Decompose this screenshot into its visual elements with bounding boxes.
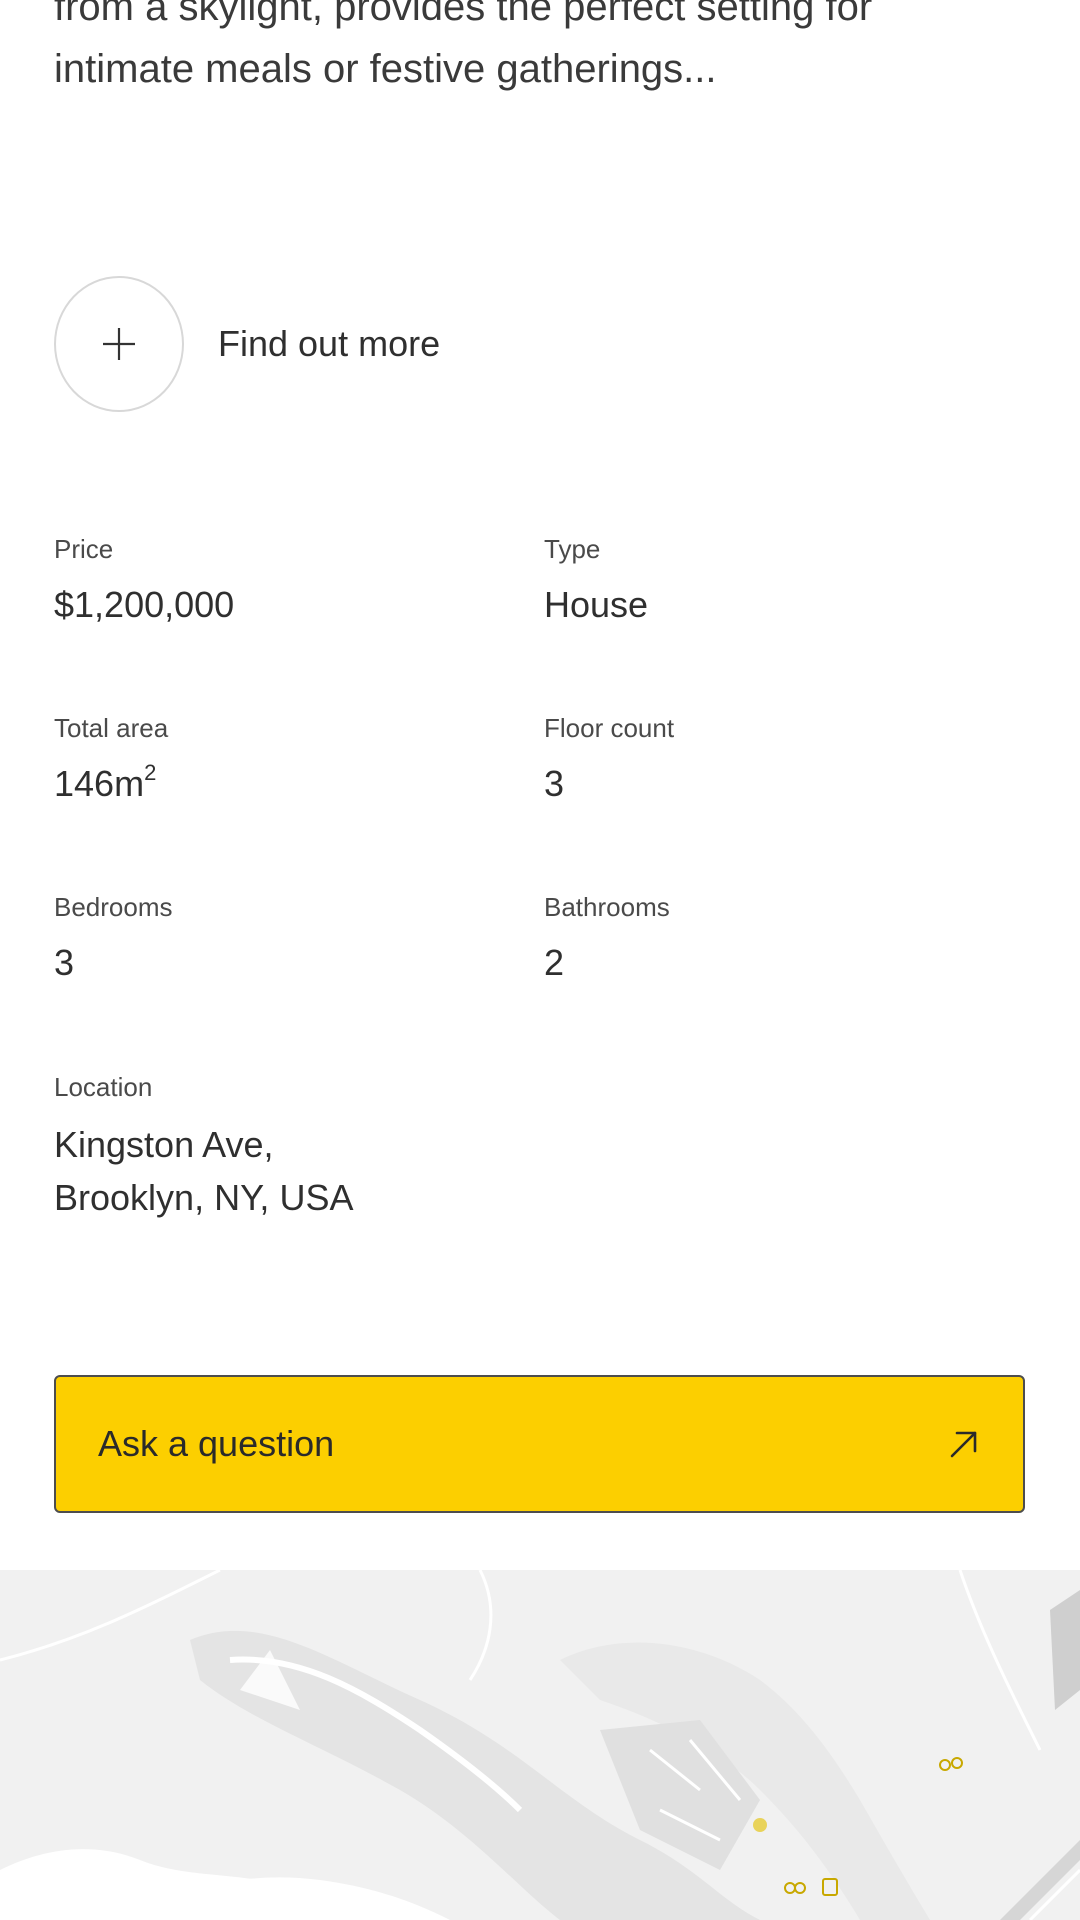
spec-value: House [544, 584, 649, 625]
property-specs-grid: Price $1,200,000 Type House Total area 1… [54, 528, 1034, 1065]
spec-bedrooms: Bedrooms 3 [54, 886, 544, 1065]
spec-value-number: 146m [54, 763, 145, 804]
address-line: Kingston Ave, [54, 1124, 274, 1165]
spec-floor-count: Floor count 3 [544, 707, 1034, 886]
spec-value: 3 [544, 763, 565, 804]
spec-value: 3 [54, 942, 75, 983]
location-map[interactable] [0, 1570, 1080, 1920]
ask-a-question-label[interactable]: Ask a question [98, 1423, 334, 1465]
spec-label: Floor count [544, 713, 675, 743]
find-out-more-button[interactable]: Find out more [54, 276, 440, 412]
spec-label: Type [544, 534, 601, 564]
location-address: Kingston Ave, Brooklyn, NY, USA [54, 1118, 654, 1224]
spec-label: Total area [54, 713, 169, 743]
spec-value: $1,200,000 [54, 584, 235, 625]
address-line: Brooklyn, NY, USA [54, 1177, 354, 1218]
find-out-more-label[interactable]: Find out more [218, 323, 440, 365]
description-line: from a skylight, provides the perfect se… [54, 0, 873, 29]
spec-label: Price [54, 534, 114, 564]
plus-icon[interactable] [54, 276, 184, 412]
property-details-page: from a skylight, provides the perfect se… [0, 0, 1080, 1920]
arrow-up-right-icon [947, 1427, 981, 1461]
spec-price: Price $1,200,000 [54, 528, 544, 707]
spec-label: Bedrooms [54, 892, 173, 922]
description-line: intimate meals or festive gatherings... [54, 47, 717, 91]
spec-value: 2 [544, 942, 565, 983]
property-description: from a skylight, provides the perfect se… [54, 0, 1014, 100]
spec-label: Location [54, 1072, 153, 1102]
spec-value-superscript: 2 [144, 760, 157, 785]
spec-bathrooms: Bathrooms 2 [544, 886, 1034, 1065]
spec-label: Bathrooms [544, 892, 670, 922]
ask-a-question-button[interactable]: Ask a question [54, 1375, 1025, 1513]
spec-total-area: Total area 146m2 [54, 707, 544, 886]
spec-value: 146m2 [54, 761, 544, 807]
spec-location: Location Kingston Ave, Brooklyn, NY, USA [54, 1066, 654, 1224]
spec-type: Type House [544, 528, 1034, 707]
